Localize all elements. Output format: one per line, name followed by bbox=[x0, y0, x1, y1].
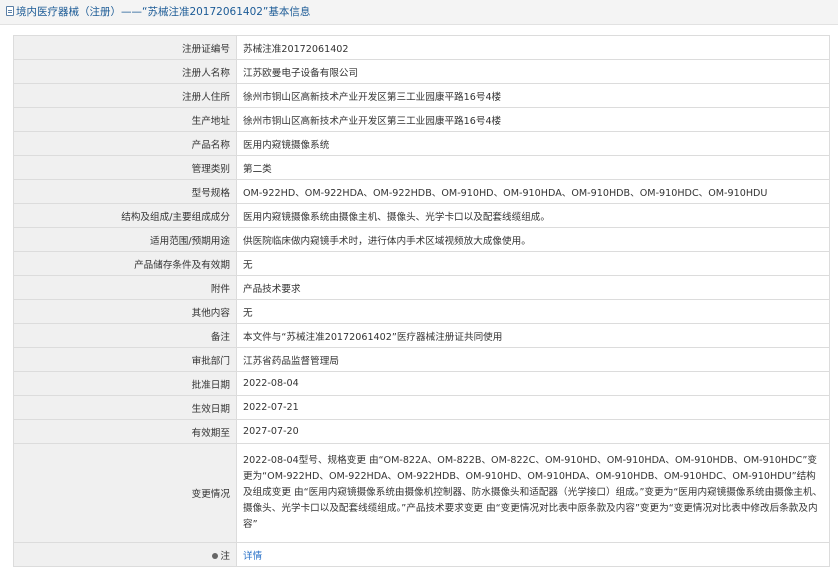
row-value: 2022-07-21 bbox=[236, 395, 830, 420]
row-value: 医用内窥镜摄像系统 bbox=[236, 131, 830, 156]
row-label: 附件 bbox=[13, 275, 237, 300]
row-label: 型号规格 bbox=[13, 179, 237, 204]
row-value: 江苏欧曼电子设备有限公司 bbox=[236, 59, 830, 84]
row-value: 徐州市铜山区高新技术产业开发区第三工业园康平路16号4楼 bbox=[236, 107, 830, 132]
row-label: 备注 bbox=[13, 323, 237, 348]
note-label-cell: 注 bbox=[13, 542, 237, 567]
change-label: 变更情况 bbox=[13, 443, 237, 543]
row-label: 结构及组成/主要组成成分 bbox=[13, 203, 237, 228]
row-label: 生产地址 bbox=[13, 107, 237, 132]
row-label: 管理类别 bbox=[13, 155, 237, 180]
row-label: 其他内容 bbox=[13, 299, 237, 324]
table-row: 备注 本文件与“苏械注准20172061402”医疗器械注册证共同使用 bbox=[13, 323, 830, 348]
row-label: 产品名称 bbox=[13, 131, 237, 156]
document-icon bbox=[6, 6, 14, 16]
row-label: 有效期至 bbox=[13, 419, 237, 444]
row-value: 产品技术要求 bbox=[236, 275, 830, 300]
change-row: 变更情况 2022-08-04型号、规格变更 由“OM-822A、OM-822B… bbox=[13, 443, 830, 543]
row-value: OM-922HD、OM-922HDA、OM-922HDB、OM-910HD、OM… bbox=[236, 179, 830, 204]
table-row: 产品名称 医用内窥镜摄像系统 bbox=[13, 131, 830, 156]
page-title: 境内医疗器械（注册）——“苏械注准20172061402”基本信息 bbox=[16, 6, 311, 18]
row-label: 注册人住所 bbox=[13, 83, 237, 108]
note-icon bbox=[212, 552, 219, 559]
detail-link[interactable]: 详情 bbox=[243, 551, 262, 562]
row-label: 审批部门 bbox=[13, 347, 237, 372]
row-label: 产品储存条件及有效期 bbox=[13, 251, 237, 276]
row-value: 徐州市铜山区高新技术产业开发区第三工业园康平路16号4楼 bbox=[236, 83, 830, 108]
row-label: 适用范围/预期用途 bbox=[13, 227, 237, 252]
table-row: 结构及组成/主要组成成分 医用内窥镜摄像系统由摄像主机、摄像头、光学卡口以及配套线… bbox=[13, 203, 830, 228]
row-label: 批准日期 bbox=[13, 371, 237, 396]
table-row: 适用范围/预期用途 供医院临床做内窥镜手术时，进行体内手术区域视频放大成像使用。 bbox=[13, 227, 830, 252]
page: 境内医疗器械（注册）——“苏械注准20172061402”基本信息 注册证编号苏… bbox=[0, 0, 838, 567]
table-row: 生产地址 徐州市铜山区高新技术产业开发区第三工业园康平路16号4楼 bbox=[13, 107, 830, 132]
row-value: 2022-08-04 bbox=[236, 371, 830, 396]
row-value: 供医院临床做内窥镜手术时，进行体内手术区域视频放大成像使用。 bbox=[236, 227, 830, 252]
table-row: 注册人名称 江苏欧曼电子设备有限公司 bbox=[13, 59, 830, 84]
table-row: 管理类别 第二类 bbox=[13, 155, 830, 180]
table-row: 其他内容无 bbox=[13, 299, 830, 324]
table-row: 附件 产品技术要求 bbox=[13, 275, 830, 300]
table-row: 审批部门 江苏省药品监督管理局 bbox=[13, 347, 830, 372]
table-row: 有效期至 2027-07-20 bbox=[13, 419, 830, 444]
note-row: 注 详情 bbox=[13, 542, 830, 567]
row-value: 第二类 bbox=[236, 155, 830, 180]
row-label: 生效日期 bbox=[13, 395, 237, 420]
table-row: 批准日期 2022-08-04 bbox=[13, 371, 830, 396]
table-row: 注册人住所 徐州市铜山区高新技术产业开发区第三工业园康平路16号4楼 bbox=[13, 83, 830, 108]
row-label: 注册证编号 bbox=[13, 35, 237, 60]
table-row: 生效日期 2022-07-21 bbox=[13, 395, 830, 420]
note-value: 详情 bbox=[236, 542, 830, 567]
info-table-body: 注册证编号 苏械注准20172061402 注册人名称 江苏欧曼电子设备有限公司 注… bbox=[13, 35, 830, 567]
row-value: 江苏省药品监督管理局 bbox=[236, 347, 830, 372]
note-label: 注 bbox=[220, 550, 230, 562]
row-value: 医用内窥镜摄像系统由摄像主机、摄像头、光学卡口以及配套线缆组成。 bbox=[236, 203, 830, 228]
change-value: 2022-08-04型号、规格变更 由“OM-822A、OM-822B、OM-8… bbox=[236, 443, 830, 543]
row-value: 无 bbox=[236, 251, 830, 276]
row-value: 苏械注准20172061402 bbox=[236, 35, 830, 60]
table-row: 注册证编号 苏械注准20172061402 bbox=[13, 35, 830, 60]
header-bar: 境内医疗器械（注册）——“苏械注准20172061402”基本信息 bbox=[0, 0, 838, 25]
row-value: 本文件与“苏械注准20172061402”医疗器械注册证共同使用 bbox=[236, 323, 830, 348]
info-table: 注册证编号 苏械注准20172061402 注册人名称 江苏欧曼电子设备有限公司 注… bbox=[13, 35, 830, 567]
row-value: 无 bbox=[236, 299, 830, 324]
row-label: 注册人名称 bbox=[13, 59, 237, 84]
table-row: 型号规格 OM-922HD、OM-922HDA、OM-922HDB、OM-910H… bbox=[13, 179, 830, 204]
table-row: 产品储存条件及有效期无 bbox=[13, 251, 830, 276]
row-value: 2027-07-20 bbox=[236, 419, 830, 444]
